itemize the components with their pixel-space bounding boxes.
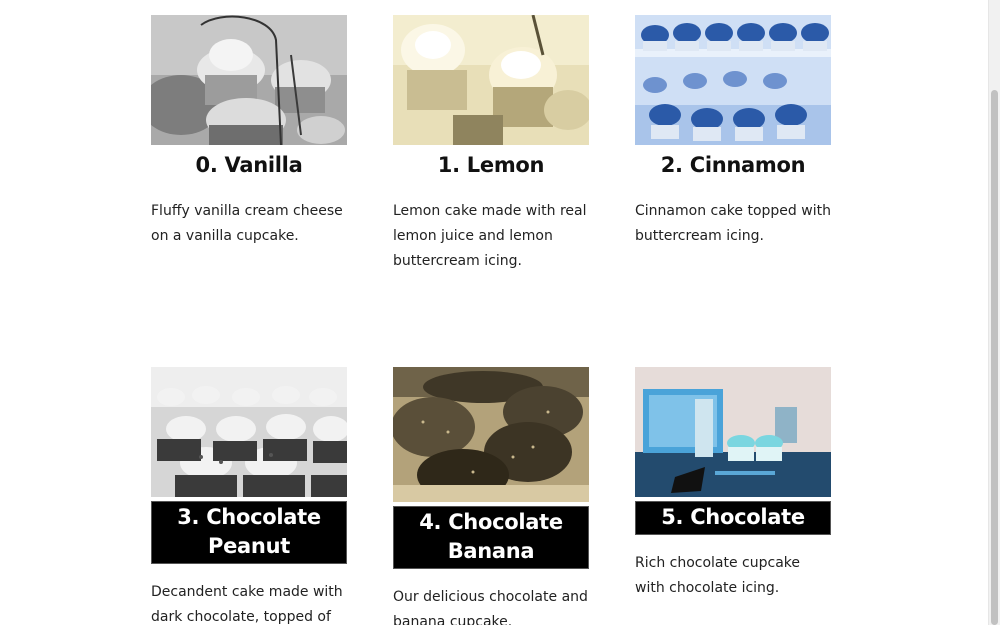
product-title[interactable]: 4. Chocolate Banana [393, 506, 589, 569]
product-grid: 0. Vanilla Fluffy vanilla cream cheese o… [0, 0, 988, 625]
product-title[interactable]: 2. Cinnamon [635, 151, 831, 179]
product-image[interactable] [393, 367, 589, 502]
product-card[interactable]: 4. Chocolate Banana Our delicious chocol… [393, 367, 589, 625]
vertical-scrollbar[interactable] [988, 0, 1000, 625]
product-image[interactable] [635, 15, 831, 145]
chocolate-cupcake-image [635, 367, 831, 497]
product-image[interactable] [393, 15, 589, 145]
product-title[interactable]: 5. Chocolate [635, 501, 831, 535]
product-description: Our delicious chocolate and banana cupca… [393, 589, 588, 625]
cinnamon-cupcake-image [635, 15, 831, 145]
product-description: Cinnamon cake topped with buttercream ic… [635, 203, 831, 244]
product-description: Fluffy vanilla cream cheese on a vanilla… [151, 203, 343, 244]
product-card[interactable]: 0. Vanilla Fluffy vanilla cream cheese o… [151, 15, 347, 249]
product-title[interactable]: 3. Chocolate Peanut [151, 501, 347, 564]
product-title[interactable]: 1. Lemon [393, 151, 589, 179]
product-card[interactable]: 5. Chocolate Rich chocolate cupcake with… [635, 367, 831, 601]
vanilla-cupcake-image [151, 15, 347, 145]
product-image[interactable] [635, 367, 831, 497]
product-description: Rich chocolate cupcake with chocolate ic… [635, 555, 801, 596]
scrollbar-thumb[interactable] [991, 90, 998, 625]
product-card[interactable]: 3. Chocolate Peanut Decandent cake made … [151, 367, 347, 625]
product-description: Lemon cake made with real lemon juice an… [393, 203, 587, 269]
lemon-cupcake-image [393, 15, 589, 145]
chocolate-peanut-cupcake-image [151, 367, 347, 497]
product-description: Decandent cake made with dark chocolate,… [151, 584, 343, 625]
product-image[interactable] [151, 15, 347, 145]
product-image[interactable] [151, 367, 347, 497]
product-card[interactable]: 1. Lemon Lemon cake made with real lemon… [393, 15, 589, 274]
product-card[interactable]: 2. Cinnamon Cinnamon cake topped with bu… [635, 15, 831, 249]
product-title[interactable]: 0. Vanilla [151, 151, 347, 179]
chocolate-banana-cupcake-image [393, 367, 589, 502]
